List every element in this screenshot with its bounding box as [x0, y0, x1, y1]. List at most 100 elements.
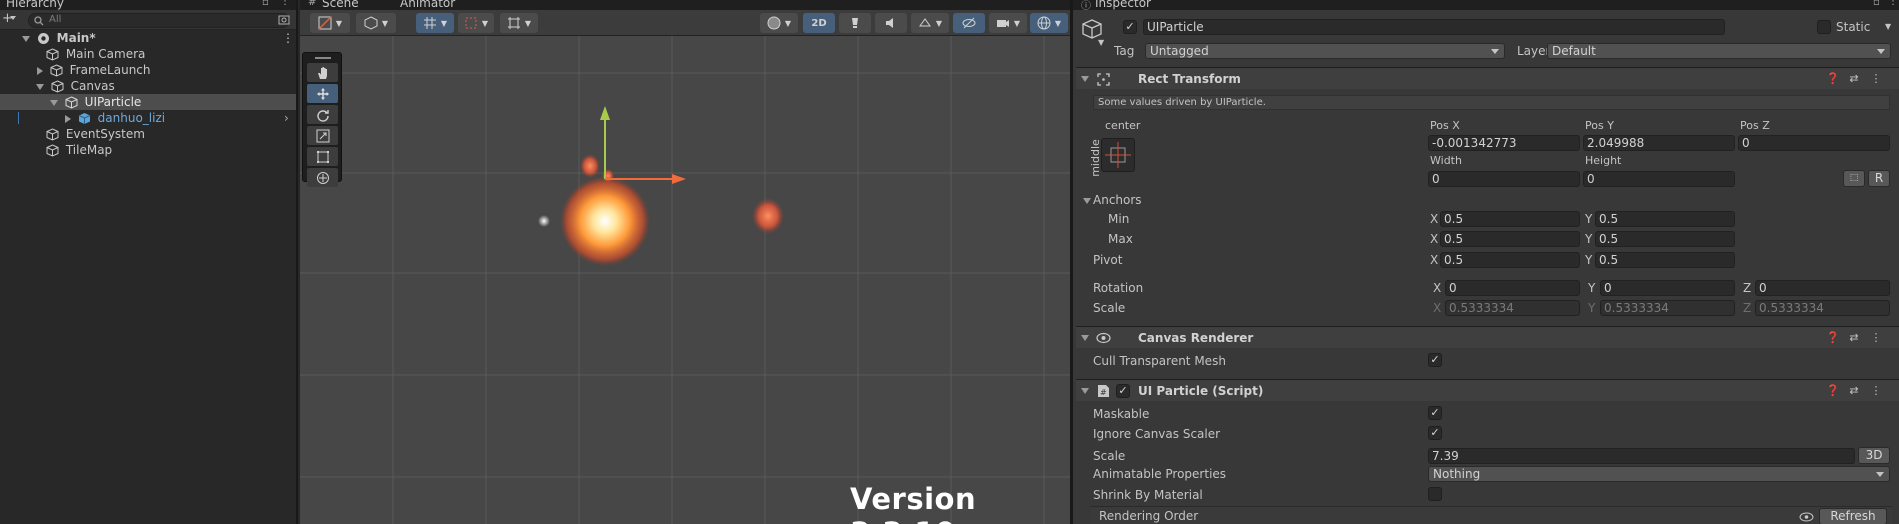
pos-y-field[interactable]: 2.049988: [1583, 135, 1735, 151]
static-dropdown-arrow[interactable]: ▼: [1885, 22, 1891, 31]
search-filter-icon[interactable]: [278, 14, 290, 26]
refresh-button[interactable]: Refresh: [1819, 508, 1887, 524]
rotation-x-field[interactable]: 0: [1445, 280, 1580, 296]
pos-z-field[interactable]: 0: [1738, 135, 1890, 151]
particle-scale-field[interactable]: 7.39: [1428, 448, 1855, 464]
ui-particle-header[interactable]: # ✓ UI Particle (Script) ❓ ⇄ ⋮: [1076, 379, 1899, 401]
help-icon[interactable]: ❓: [1826, 332, 1840, 344]
transform-tool-button[interactable]: [307, 168, 338, 187]
help-icon[interactable]: ❓: [1826, 73, 1840, 85]
hierarchy-scene-root[interactable]: Main* ⋮: [0, 30, 296, 46]
component-menu-icon[interactable]: ⋮: [1870, 73, 1882, 85]
add-dropdown-icon[interactable]: [10, 16, 16, 20]
hierarchy-tab[interactable]: Hierarchy: [6, 0, 64, 10]
anchor-presets-button[interactable]: [1101, 138, 1135, 172]
shading-dropdown[interactable]: ▼: [356, 13, 396, 33]
rotation-y-field[interactable]: 0: [1600, 280, 1735, 296]
component-menu-icon[interactable]: ⋮: [1870, 385, 1882, 397]
scale-3d-toggle[interactable]: 3D: [1858, 447, 1890, 464]
rotate-tool-button[interactable]: [307, 105, 338, 124]
static-checkbox[interactable]: [1817, 20, 1831, 34]
draw-mode-dropdown[interactable]: ▼: [310, 13, 350, 33]
scale-x-field: 0.5333334: [1445, 300, 1580, 316]
object-name-field[interactable]: UIParticle: [1143, 19, 1725, 35]
hierarchy-item-canvas[interactable]: Canvas: [0, 78, 296, 94]
collapse-arrow-icon[interactable]: [1081, 388, 1089, 394]
maskable-checkbox[interactable]: ✓: [1428, 406, 1442, 420]
drag-handle-icon[interactable]: [315, 57, 331, 59]
scene-view[interactable]: # Scene Animator ▼ ▼ ▼ ▼ ▼ ▼ 2D ▼ ▼ ▼ Ve…: [300, 0, 1070, 524]
anchor-max-y-field[interactable]: 0.5: [1595, 231, 1735, 247]
blueprint-mode-button[interactable]: ⬚: [1843, 170, 1865, 187]
gizmos-dropdown[interactable]: ▼: [1030, 13, 1068, 33]
grid-snapping-toggle[interactable]: ▼: [416, 13, 454, 33]
presets-icon[interactable]: ⇄: [1848, 73, 1860, 85]
scene-menu-icon[interactable]: ⋮: [282, 30, 294, 46]
hierarchy-item-danhuo-lizi[interactable]: danhuo_lizi ›: [0, 110, 296, 126]
2d-mode-toggle[interactable]: 2D: [803, 13, 835, 33]
height-field[interactable]: 0: [1583, 171, 1735, 187]
anchor-max-x-field[interactable]: 0.5: [1440, 231, 1580, 247]
hierarchy-item-eventsystem[interactable]: EventSystem: [0, 126, 296, 142]
effects-dropdown[interactable]: ▼: [911, 13, 949, 33]
panel-menu-icon[interactable]: ⋮: [1888, 0, 1898, 7]
camera-dropdown[interactable]: ▼: [989, 13, 1027, 33]
tab-animator[interactable]: Animator: [400, 0, 455, 10]
presets-icon[interactable]: ⇄: [1848, 385, 1860, 397]
expand-arrow-icon[interactable]: [50, 99, 58, 106]
icon-dropdown-arrow[interactable]: ▼: [1098, 38, 1104, 47]
shading-mode-dropdown[interactable]: ▼: [760, 13, 798, 33]
tab-scene[interactable]: Scene: [322, 0, 359, 10]
lighting-toggle[interactable]: [839, 13, 871, 33]
hierarchy-item-tilemap[interactable]: TileMap: [0, 142, 296, 158]
ui-particle-enabled-checkbox[interactable]: ✓: [1116, 384, 1130, 398]
presets-icon[interactable]: ⇄: [1848, 332, 1860, 344]
layer-dropdown[interactable]: Default: [1547, 43, 1891, 59]
maximize-icon[interactable]: ▫: [262, 0, 269, 8]
grid-settings-dropdown[interactable]: ▼: [500, 13, 538, 33]
rotation-z-field[interactable]: 0: [1755, 280, 1890, 296]
hierarchy-search-input[interactable]: All: [28, 13, 290, 28]
component-menu-icon[interactable]: ⋮: [1870, 332, 1882, 344]
help-icon[interactable]: ❓: [1826, 385, 1840, 397]
anchors-foldout-arrow[interactable]: [1083, 198, 1091, 204]
pos-x-field[interactable]: -0.001342773: [1428, 135, 1580, 151]
hierarchy-item-uiparticle[interactable]: UIParticle: [0, 94, 296, 110]
rotate-icon: [316, 109, 329, 122]
pivot-y-field[interactable]: 0.5: [1595, 252, 1735, 268]
anchor-min-y-field[interactable]: 0.5: [1595, 211, 1735, 227]
hierarchy-item-main-camera[interactable]: Main Camera: [0, 46, 296, 62]
collapse-arrow-icon[interactable]: [1081, 335, 1089, 341]
animatable-properties-dropdown[interactable]: Nothing: [1428, 466, 1890, 482]
pivot-x-field[interactable]: 0.5: [1440, 252, 1580, 268]
hand-tool-button[interactable]: [307, 63, 338, 82]
canvas-renderer-header[interactable]: Canvas Renderer ❓ ⇄ ⋮: [1076, 326, 1899, 348]
width-field[interactable]: 0: [1428, 171, 1580, 187]
prefab-open-chevron-icon[interactable]: ›: [284, 110, 289, 126]
maximize-icon[interactable]: ▫: [1873, 0, 1880, 8]
collapse-arrow-icon[interactable]: [1081, 76, 1089, 82]
tag-dropdown[interactable]: Untagged: [1145, 43, 1505, 59]
ignore-canvas-scaler-checkbox[interactable]: ✓: [1428, 426, 1442, 440]
expand-arrow-icon[interactable]: [37, 66, 43, 75]
expand-arrow-icon[interactable]: [65, 114, 71, 123]
expand-arrow-icon[interactable]: [36, 83, 44, 90]
increment-snap-dropdown[interactable]: ▼: [458, 13, 494, 33]
rect-transform-header[interactable]: Rect Transform ❓ ⇄ ⋮: [1076, 67, 1899, 89]
move-tool-button[interactable]: [307, 84, 338, 103]
rect-tool-button[interactable]: [307, 147, 338, 166]
anchor-min-x-field[interactable]: 0.5: [1440, 211, 1580, 227]
expand-arrow-icon[interactable]: [22, 35, 30, 42]
scene-visibility-toggle[interactable]: [953, 13, 985, 33]
cull-transparent-mesh-checkbox[interactable]: ✓: [1428, 353, 1442, 367]
y-label: Y: [1585, 232, 1593, 246]
tab-inspector[interactable]: Inspector: [1095, 0, 1151, 10]
panel-menu-icon[interactable]: ⋮: [280, 0, 290, 7]
raw-edit-button[interactable]: R: [1868, 170, 1890, 187]
hierarchy-item-framelaunch[interactable]: FrameLaunch: [0, 62, 296, 78]
scale-tool-button[interactable]: [307, 126, 338, 145]
shrink-by-material-checkbox[interactable]: [1428, 487, 1442, 501]
eye-icon[interactable]: [1799, 511, 1814, 523]
active-checkbox[interactable]: ✓: [1123, 20, 1137, 34]
audio-toggle[interactable]: [875, 13, 907, 33]
